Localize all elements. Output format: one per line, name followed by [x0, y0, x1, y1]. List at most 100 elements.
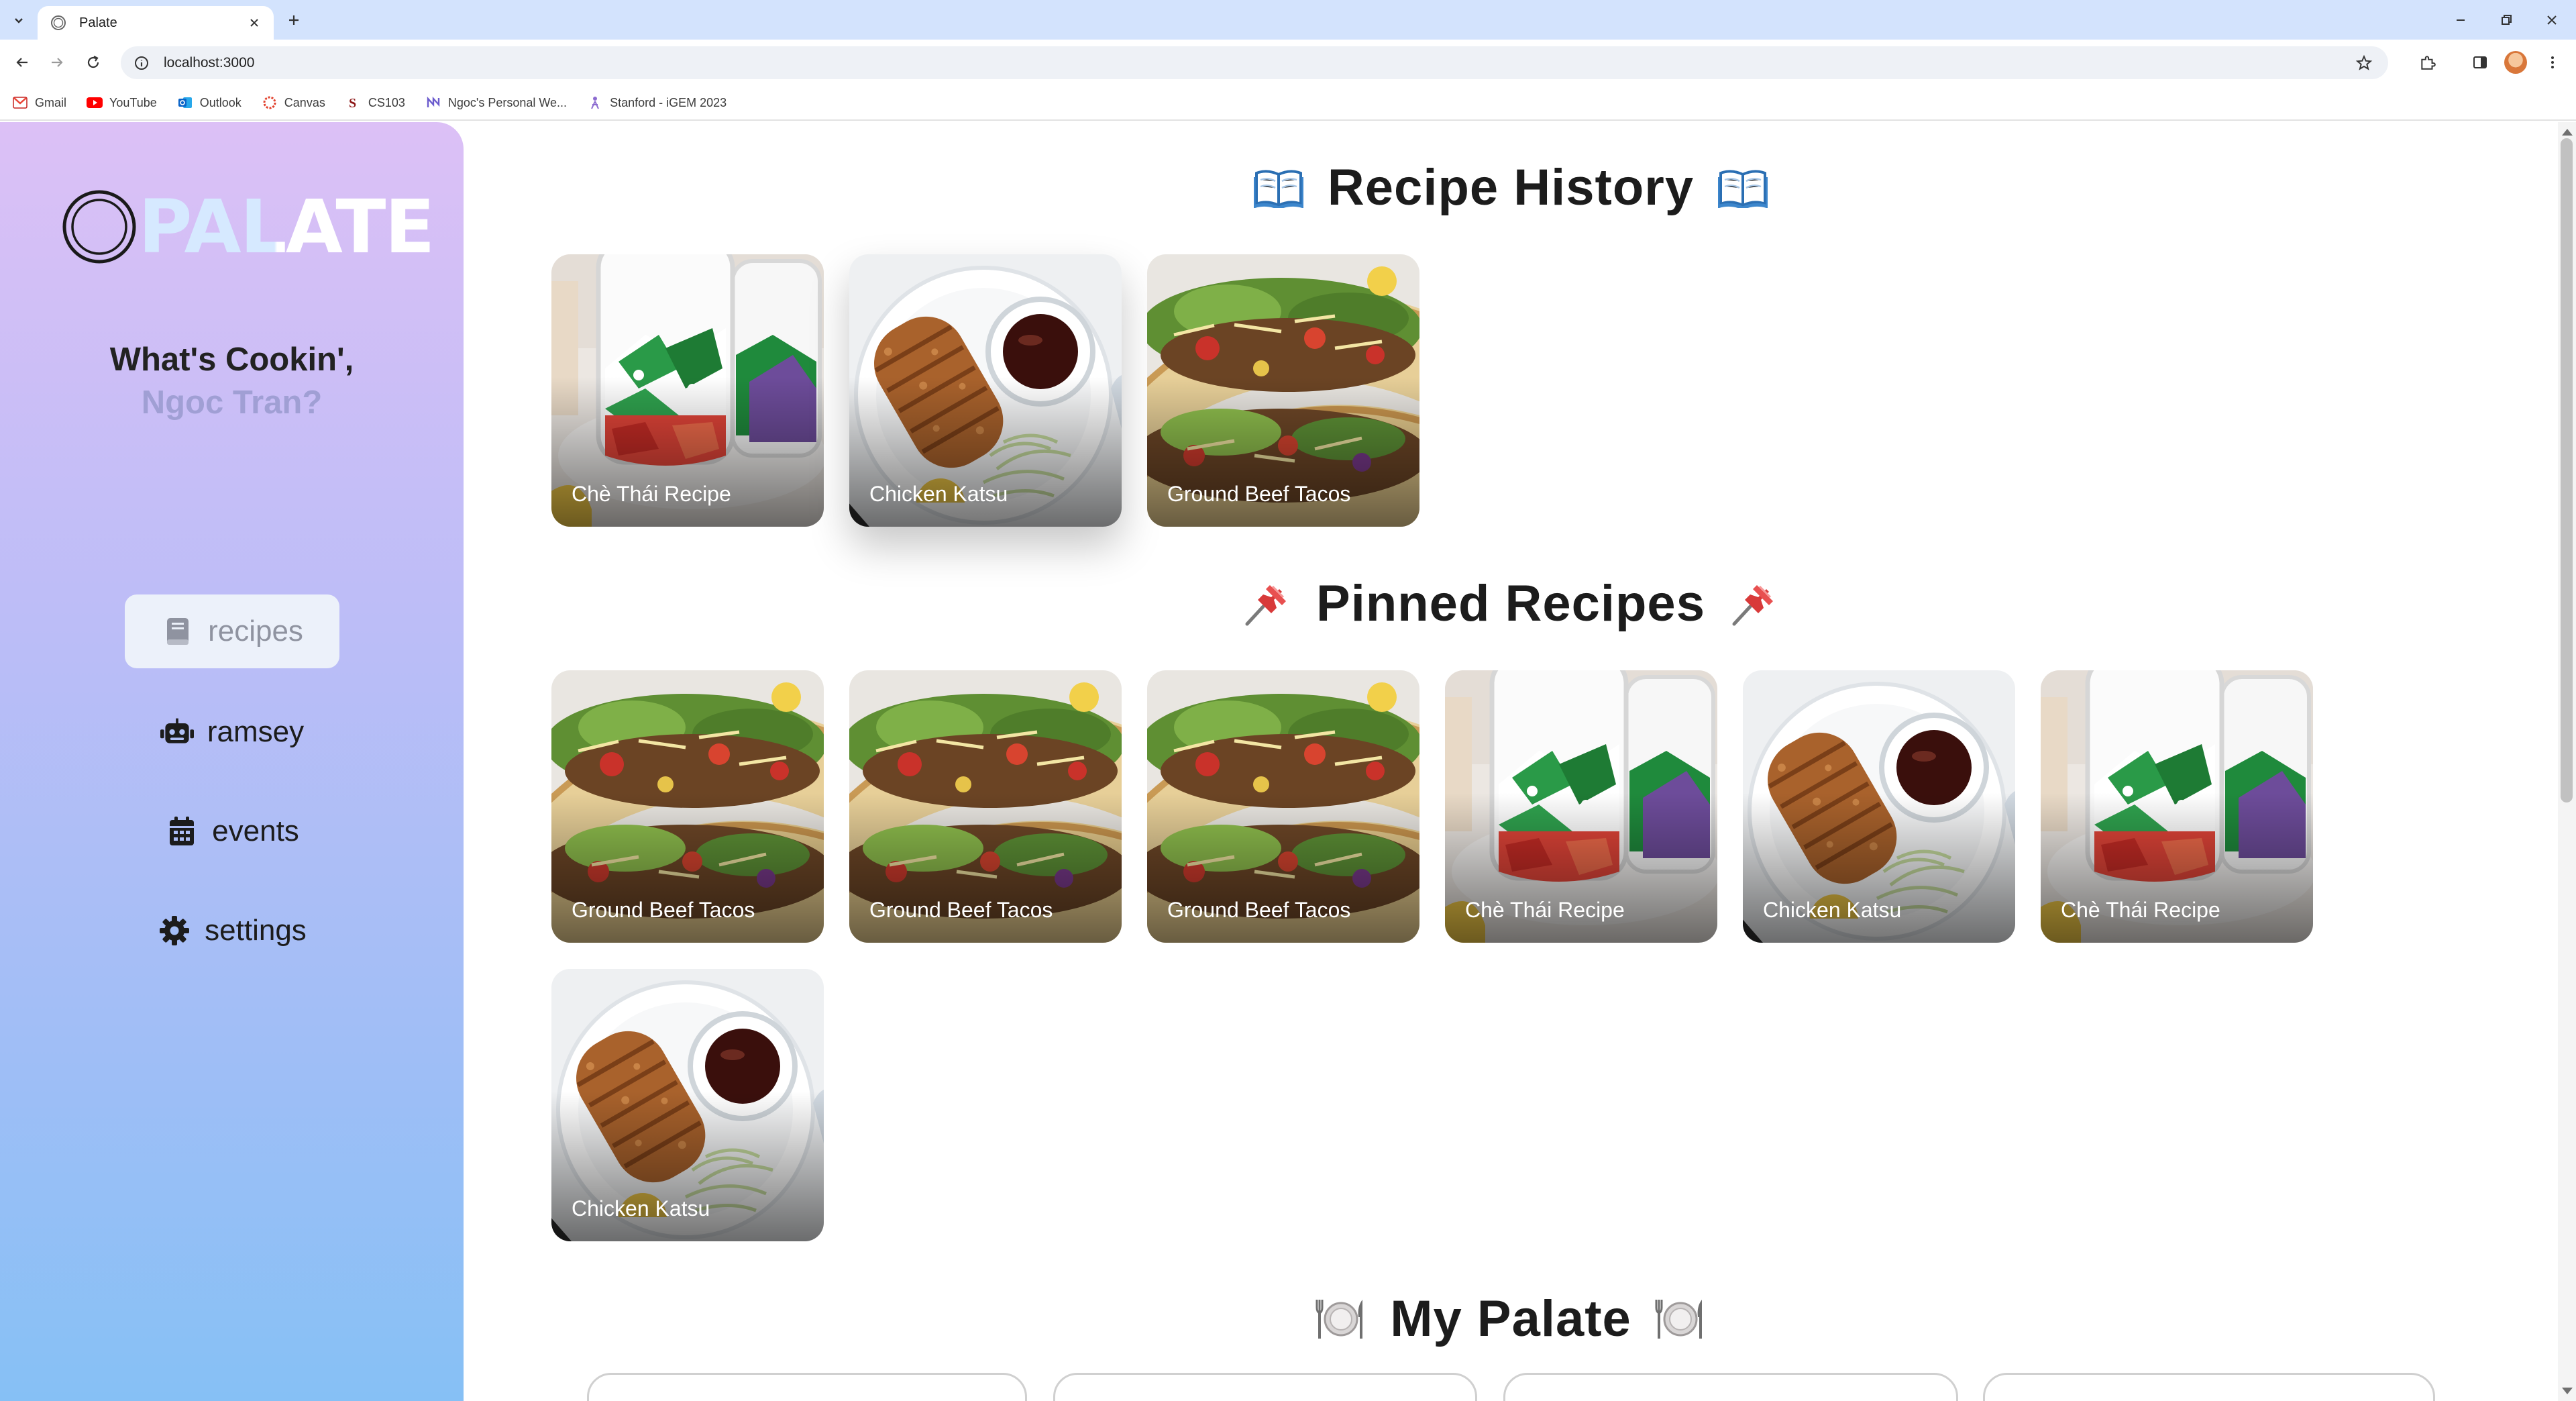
restore-window-button[interactable] — [2486, 5, 2526, 35]
bookmark-label: Canvas — [284, 95, 325, 109]
svg-text:S: S — [349, 96, 356, 110]
recipe-card-title: Ground Beef Tacos — [1167, 482, 1351, 506]
kebab-menu-icon — [2544, 54, 2561, 70]
browser-tab-palate[interactable]: Palate — [38, 6, 274, 40]
logo-text: PALATE — [138, 184, 435, 270]
site-info-icon[interactable] — [130, 52, 153, 74]
recipe-card-pinned-2[interactable]: Ground Beef Tacos — [849, 670, 1122, 943]
reload-button[interactable] — [79, 48, 107, 76]
sidebar-item-events[interactable]: events — [125, 794, 339, 868]
address-bar[interactable]: localhost:3000 — [121, 46, 2388, 79]
puzzle-icon — [2419, 54, 2436, 71]
open-book-icon — [1252, 162, 1305, 214]
arrow-right-icon — [49, 54, 65, 70]
reload-icon — [85, 54, 101, 70]
bookmark-star-icon[interactable] — [2352, 51, 2376, 75]
section-title-text: Pinned Recipes — [1316, 575, 1705, 632]
back-button[interactable] — [8, 48, 36, 76]
section-title-my-palate: My Palate — [464, 1290, 2558, 1348]
recipe-card-title: Ground Beef Tacos — [869, 898, 1053, 922]
recipe-card-pinned-6[interactable]: Chè Thái Recipe — [2041, 670, 2313, 943]
stanford-s-icon: S — [345, 95, 362, 111]
palate-card[interactable] — [1053, 1373, 1477, 1401]
palate-favicon-icon — [50, 14, 67, 32]
recipe-card-pinned-1[interactable]: Ground Beef Tacos — [551, 670, 824, 943]
gear-icon — [158, 914, 191, 947]
chevron-down-icon — [12, 13, 25, 27]
sidebar-item-label: recipes — [208, 615, 303, 647]
bookmark-personal-website[interactable]: Ngoc's Personal We... — [425, 95, 567, 111]
gmail-icon — [12, 95, 28, 111]
pushpin-icon — [1241, 578, 1293, 630]
palate-card[interactable] — [1983, 1373, 2435, 1401]
book-icon — [161, 615, 195, 648]
open-book-icon — [1717, 162, 1769, 214]
plate-cutlery-icon — [1315, 1293, 1367, 1345]
palate-card[interactable] — [1503, 1373, 1958, 1401]
recipe-card-history-1[interactable]: Chè Thái Recipe — [551, 254, 824, 527]
bookmark-label: CS103 — [368, 95, 405, 109]
scroll-up-arrow-icon[interactable] — [2562, 129, 2573, 136]
section-title-recipe-history: Recipe History — [464, 158, 2558, 217]
recipe-card-pinned-7[interactable]: Chicken Katsu — [551, 969, 824, 1241]
forward-button[interactable] — [43, 48, 71, 76]
sidebar: PALATE What's Cookin', Ngoc Tran? recipe… — [0, 122, 464, 1401]
extensions-button[interactable] — [2414, 48, 2442, 76]
igem-icon — [587, 95, 603, 111]
website-icon — [425, 95, 441, 111]
side-panel-icon — [2472, 54, 2488, 70]
pushpin-icon — [1728, 578, 1780, 630]
scroll-down-arrow-icon[interactable] — [2562, 1388, 2573, 1394]
recipe-card-title: Ground Beef Tacos — [572, 898, 755, 922]
minimize-window-button[interactable] — [2440, 5, 2481, 35]
restore-icon — [2499, 13, 2514, 28]
profile-avatar[interactable] — [2504, 51, 2527, 74]
plate-cutlery-icon — [1654, 1293, 1707, 1345]
bookmark-canvas[interactable]: Canvas — [262, 95, 325, 111]
new-tab-button[interactable] — [282, 8, 306, 32]
browser-menu-button[interactable] — [2538, 48, 2567, 76]
recipe-card-pinned-4[interactable]: Chè Thái Recipe — [1445, 670, 1717, 943]
canvas-icon — [262, 95, 278, 111]
recipe-card-title: Ground Beef Tacos — [1167, 898, 1351, 922]
bookmark-outlook[interactable]: Outlook — [177, 95, 241, 111]
bookmarks-bar: Gmail YouTube Outlook Canvas S CS103 Ngo… — [0, 86, 2576, 121]
bookmark-gmail[interactable]: Gmail — [12, 95, 66, 111]
tab-search-button[interactable] — [7, 8, 31, 32]
robot-icon — [160, 715, 194, 749]
sidebar-item-settings[interactable]: settings — [125, 894, 339, 968]
recipe-card-title: Chicken Katsu — [572, 1196, 710, 1221]
recipe-card-pinned-3[interactable]: Ground Beef Tacos — [1147, 670, 1419, 943]
recipe-card-title: Chè Thái Recipe — [1465, 898, 1625, 922]
greeting-user-name: Ngoc Tran? — [141, 384, 323, 421]
bookmark-cs103[interactable]: S CS103 — [345, 95, 405, 111]
palate-logo[interactable]: PALATE — [62, 184, 435, 270]
bookmark-youtube[interactable]: YouTube — [87, 95, 157, 111]
recipe-card-history-2[interactable]: Chicken Katsu — [849, 254, 1122, 527]
bookmark-label: Ngoc's Personal We... — [447, 95, 568, 109]
sidebar-item-ramsey[interactable]: ramsey — [125, 695, 339, 769]
recipe-card-title: Chè Thái Recipe — [2061, 898, 2220, 922]
close-icon — [2544, 13, 2559, 28]
bookmark-label: Stanford - iGEM 2023 — [610, 95, 727, 109]
palate-card[interactable] — [587, 1373, 1027, 1401]
scrollbar-thumb[interactable] — [2561, 138, 2573, 802]
bookmark-label: Outlook — [199, 95, 241, 109]
bookmark-label: Gmail — [35, 95, 67, 109]
outlook-icon — [177, 95, 193, 111]
sidebar-item-recipes[interactable]: recipes — [125, 594, 339, 668]
close-tab-button[interactable] — [244, 13, 264, 33]
recipe-card-history-3[interactable]: Ground Beef Tacos — [1147, 254, 1419, 527]
recipe-card-pinned-5[interactable]: Chicken Katsu — [1743, 670, 2015, 943]
side-panel-button[interactable] — [2466, 48, 2494, 76]
sidebar-item-label: settings — [205, 914, 307, 947]
close-window-button[interactable] — [2532, 5, 2572, 35]
logo-ring-icon — [62, 189, 137, 264]
bookmark-stanford-igem[interactable]: Stanford - iGEM 2023 — [587, 95, 727, 111]
recipe-card-title: Chicken Katsu — [869, 482, 1008, 506]
url-text: localhost:3000 — [164, 54, 255, 70]
arrow-left-icon — [14, 54, 30, 70]
section-title-text: My Palate — [1390, 1290, 1631, 1347]
sidebar-item-label: events — [212, 815, 299, 847]
page-scrollbar[interactable] — [2558, 122, 2576, 1401]
